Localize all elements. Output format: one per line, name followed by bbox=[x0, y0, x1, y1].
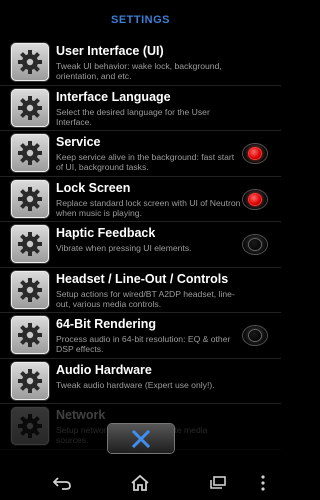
gear-icon bbox=[11, 179, 49, 218]
setting-title: User Interface (UI) bbox=[56, 44, 164, 58]
setting-description: Replace standard lock screen with UI of … bbox=[56, 197, 241, 218]
settings-list[interactable]: User Interface (UI) Tweak UI behavior: w… bbox=[0, 40, 281, 450]
setting-description: Tweak UI behavior: wake lock, background… bbox=[56, 61, 222, 81]
toggle-indicator bbox=[249, 239, 261, 250]
recent-apps-button[interactable] bbox=[206, 473, 230, 493]
settings-screen: SETTINGS User Interface (UI) Tweak UI be… bbox=[0, 0, 281, 466]
gear-icon bbox=[11, 134, 49, 172]
toggle-indicator bbox=[249, 193, 261, 205]
gear-icon bbox=[11, 361, 49, 400]
setting-title: Interface Language bbox=[56, 89, 171, 104]
setting-haptic-feedback[interactable]: Haptic Feedback Vibrate when pressing UI… bbox=[0, 222, 281, 268]
back-icon bbox=[52, 477, 71, 490]
gear-icon bbox=[11, 270, 49, 309]
setting-headset-controls[interactable]: Headset / Line-Out / Controls Setup acti… bbox=[0, 268, 281, 313]
setting-title: 64-Bit Rendering bbox=[56, 317, 157, 331]
gear-icon bbox=[11, 316, 49, 354]
gear-icon bbox=[11, 43, 49, 81]
setting-64-bit-rendering[interactable]: 64-Bit Rendering Process audio in 64-bit… bbox=[0, 313, 281, 359]
system-nav-bar bbox=[0, 466, 281, 500]
close-icon bbox=[131, 429, 151, 448]
gear-icon bbox=[11, 225, 49, 263]
setting-title: Network bbox=[56, 408, 106, 422]
home-button[interactable] bbox=[128, 473, 152, 493]
setting-title: Haptic Feedback bbox=[56, 226, 156, 240]
setting-title: Lock Screen bbox=[56, 180, 131, 195]
gear-icon bbox=[11, 407, 49, 445]
setting-description: Keep service alive in the background: fa… bbox=[56, 152, 235, 172]
setting-description: Select the desired language for the User… bbox=[56, 106, 210, 127]
setting-service[interactable]: Service Keep service alive in the backgr… bbox=[0, 131, 281, 177]
setting-description: Setup actions for wired/BT A2DP headset,… bbox=[56, 288, 235, 309]
setting-user-interface[interactable]: User Interface (UI) Tweak UI behavior: w… bbox=[0, 40, 281, 86]
setting-title: Headset / Line-Out / Controls bbox=[56, 271, 229, 286]
setting-description: Vibrate when pressing UI elements. bbox=[56, 243, 192, 253]
toggle-indicator bbox=[249, 148, 261, 159]
recent-apps-icon bbox=[210, 476, 226, 489]
overflow-menu-button[interactable] bbox=[255, 473, 271, 493]
gear-icon bbox=[11, 88, 49, 127]
setting-title: Service bbox=[56, 135, 101, 149]
home-icon bbox=[131, 474, 149, 491]
lock-screen-toggle[interactable] bbox=[243, 189, 267, 209]
64-bit-rendering-toggle[interactable] bbox=[243, 326, 267, 345]
haptic-feedback-toggle[interactable] bbox=[243, 235, 267, 254]
page-title: SETTINGS bbox=[110, 14, 170, 26]
setting-description: Tweak audio hardware (Expert use only!). bbox=[56, 379, 215, 390]
setting-description: Process audio in 64-bit resolution: EQ &… bbox=[56, 334, 231, 354]
setting-audio-hardware[interactable]: Audio Hardware Tweak audio hardware (Exp… bbox=[0, 359, 281, 404]
setting-title: Audio Hardware bbox=[56, 362, 152, 377]
setting-lock-screen[interactable]: Lock Screen Replace standard lock screen… bbox=[0, 177, 281, 222]
close-button[interactable] bbox=[108, 424, 174, 453]
overflow-menu-icon bbox=[261, 475, 265, 491]
service-toggle[interactable] bbox=[243, 144, 267, 163]
toggle-indicator bbox=[249, 330, 261, 341]
back-button[interactable] bbox=[50, 473, 74, 493]
setting-interface-language[interactable]: Interface Language Select the desired la… bbox=[0, 86, 281, 131]
